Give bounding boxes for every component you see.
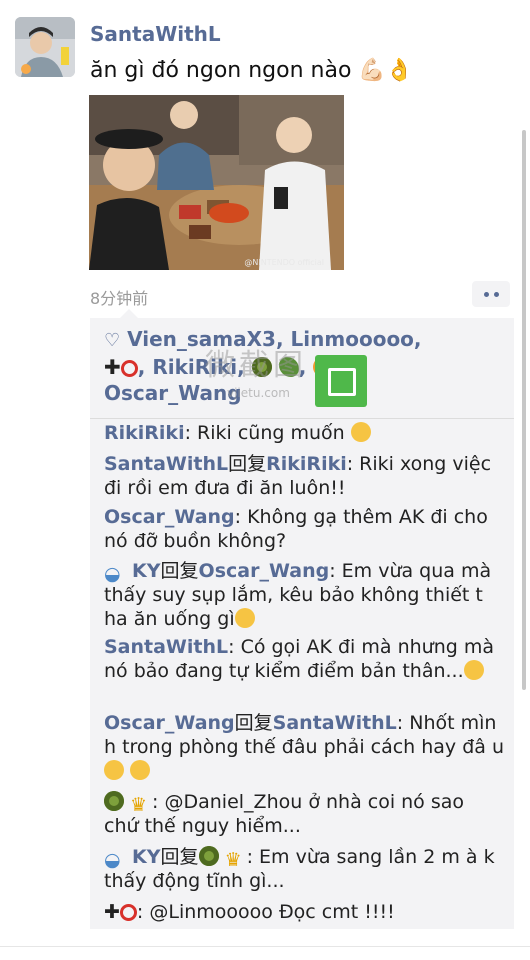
- kiwi-icon[interactable]: [198, 846, 219, 866]
- comment-text: : @Linmooooo Đọc cmt !!!!: [136, 901, 395, 923]
- crown-icon[interactable]: ♛: [130, 793, 152, 816]
- comment[interactable]: SantaWithL回复RikiRiki: Riki xong việc đi …: [104, 452, 504, 500]
- reply-word: 回复: [160, 560, 199, 582]
- dot-icon: [493, 291, 499, 297]
- comment-author[interactable]: KY: [132, 846, 160, 868]
- comment-author[interactable]: KY: [132, 560, 160, 582]
- crop-icon: [315, 355, 367, 407]
- heart-icon: ♡: [104, 330, 121, 351]
- reply-word: 回复: [228, 453, 267, 475]
- comment-author[interactable]: Oscar_Wang: [104, 506, 235, 528]
- comment[interactable]: ♛: @Daniel_Zhou ở nhà coi nó sao chứ thế…: [104, 790, 504, 838]
- like-user[interactable]: Linmooooo,: [291, 327, 422, 351]
- bowl-icon: ◒: [104, 849, 121, 871]
- divider: [0, 946, 530, 947]
- red-circle-icon[interactable]: [119, 904, 137, 921]
- comment[interactable]: ◒ KY回复Oscar_Wang: Em vừa qua mà thấy suy…: [104, 559, 504, 631]
- sneezing-face-icon: [234, 608, 255, 628]
- dot-icon: [483, 291, 489, 297]
- reply-word: 回复: [160, 846, 199, 868]
- cross-mark-icon: ✚: [104, 901, 120, 923]
- comment[interactable]: RikiRiki: Riki cũng muốn: [104, 421, 504, 445]
- comment-author[interactable]: SantaWithL: [104, 636, 228, 658]
- pensive-face-icon: [350, 422, 371, 442]
- photo-watermark: @NINTENDO official: [244, 258, 324, 267]
- comment[interactable]: ◒ KY回复 ♛: Em vừa sang lần 2 m à k thấy đ…: [104, 845, 504, 893]
- kiwi-icon[interactable]: [251, 357, 272, 377]
- crown-icon[interactable]: ♛: [225, 848, 247, 871]
- more-options-button[interactable]: [472, 281, 510, 307]
- kiwi-icon[interactable]: [104, 791, 124, 811]
- weary-face-icon: [130, 760, 151, 780]
- reply-word: 回复: [234, 712, 273, 734]
- comment-text: : Riki cũng muốn: [184, 422, 345, 444]
- red-circle-icon[interactable]: [120, 360, 138, 377]
- reply-target[interactable]: RikiRiki: [266, 453, 347, 475]
- comment[interactable]: ✚ : @Linmooooo Đọc cmt !!!!: [104, 900, 504, 924]
- cross-mark-icon: ✚: [104, 355, 121, 379]
- leaves-icon[interactable]: [278, 357, 299, 377]
- weary-face-icon: [104, 760, 124, 780]
- bowl-icon: ◒: [104, 563, 121, 585]
- comment-author[interactable]: Oscar_Wang: [104, 712, 235, 734]
- comment-text: : @Daniel_Zhou ở nhà coi nó sao chứ thế …: [104, 791, 465, 837]
- comments-section: ♡ Vien_samaX3, Linmooooo, ✚, RikiRiki, ,…: [90, 318, 514, 929]
- comment-author[interactable]: RikiRiki: [104, 422, 185, 444]
- comment[interactable]: Oscar_Wang: Không gạ thêm AK đi cho nó đ…: [104, 505, 504, 553]
- likes-list: ♡ Vien_samaX3, Linmooooo, ✚, RikiRiki, ,…: [104, 327, 422, 405]
- reply-target[interactable]: SantaWithL: [273, 712, 397, 734]
- post-timestamp: 8分钟前: [90, 289, 149, 308]
- avatar[interactable]: [15, 17, 75, 77]
- like-user[interactable]: Vien_samaX3,: [127, 327, 283, 351]
- like-user[interactable]: Oscar_Wang: [104, 381, 242, 405]
- comment[interactable]: SantaWithL: Có gọi AK đi mà nhưng mà nó …: [104, 635, 504, 683]
- post-text: ăn gì đó ngon ngon nào 💪🏻👌: [90, 58, 414, 83]
- reply-target[interactable]: Oscar_Wang: [199, 560, 330, 582]
- post-username[interactable]: SantaWithL: [90, 22, 221, 46]
- scrollbar[interactable]: [522, 130, 526, 690]
- pensive-face-icon: [463, 660, 484, 680]
- like-user[interactable]: RikiRiki,: [152, 355, 244, 379]
- post-photo[interactable]: @NINTENDO official: [89, 95, 344, 270]
- comment-author[interactable]: SantaWithL: [104, 453, 228, 475]
- comment[interactable]: Oscar_Wang回复SantaWithL: Nhốt mìn h trong…: [104, 711, 504, 783]
- comments-caret: [120, 309, 138, 318]
- divider: [90, 418, 514, 419]
